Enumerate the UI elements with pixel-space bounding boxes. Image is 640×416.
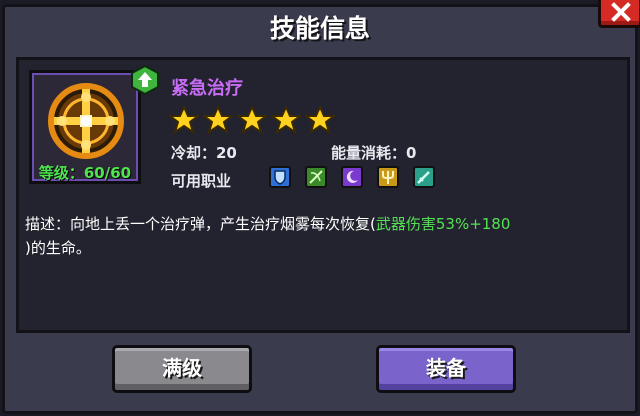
skill-description: 描述：向地上丢一个治疗弹，产生治疗烟雾每次恢复(武器伤害53%+180 )的生命。 [25,212,621,260]
skill-name: 紧急治疗 [171,78,243,99]
professions-label: 可用职业 [171,172,232,190]
upgrade-arrow-icon [131,65,159,95]
skill-level: 等级：60/60 [38,164,132,182]
dagger-class-icon [413,166,435,188]
skill-stars [169,106,339,134]
bow-class-icon [305,166,327,188]
close-icon [611,2,631,22]
star-icon [237,106,267,134]
skill-icon-frame: 等级：60/60 [29,65,159,184]
star-icon [271,106,301,134]
shield-class-icon [269,166,291,188]
profession-icons [269,166,449,190]
description-text: 描述：向地上丢一个治疗弹，产生治疗烟雾每次恢复( [25,215,376,233]
healing-orb-icon [48,83,124,159]
energy-cost-stat: 能量消耗：0 [331,144,417,162]
skill-detail-area: 等级：60/60 紧急治疗 冷却：20 能量消耗：0 可用职业 描述：向地上丢一… [16,57,630,333]
trident-class-icon [377,166,399,188]
close-button[interactable] [598,0,640,28]
star-icon [305,106,335,134]
moon-class-icon [341,166,363,188]
max-level-button[interactable]: 满级 [112,345,252,393]
equip-button[interactable]: 装备 [376,345,516,393]
description-text-end: )的生命。 [25,239,91,257]
cooldown-stat: 冷却：20 [171,144,237,162]
star-icon [203,106,233,134]
dialog-title: 技能信息 [269,14,370,43]
skill-info-dialog: 技能信息 等级：60/60 紧急治疗 冷却：20 能量消耗：0 可用职业 描述：… [2,4,638,414]
description-damage-highlight: 武器伤害53%+180 [375,215,511,233]
star-icon [169,106,199,134]
